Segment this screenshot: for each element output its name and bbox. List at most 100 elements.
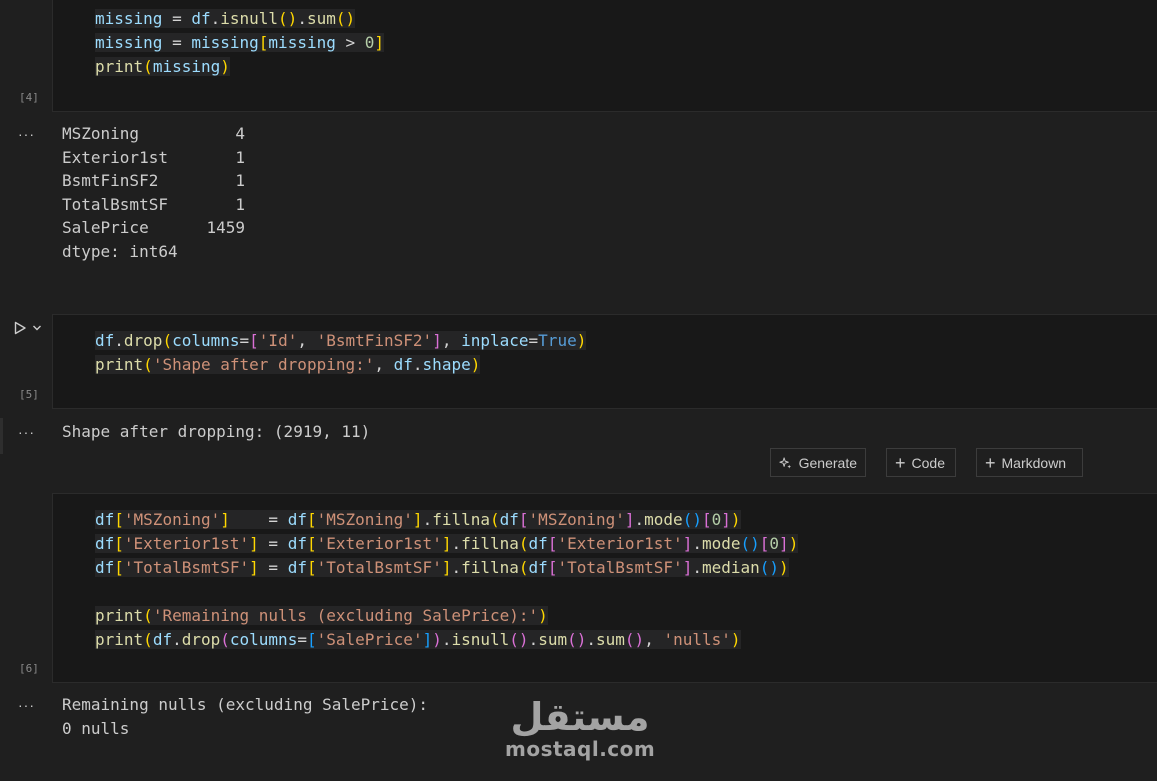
code-token: . [210, 9, 221, 28]
code-token: ] [682, 558, 693, 577]
cell-output: MSZoning 4 Exterior1st 1 BsmtFinSF2 1 Total… [62, 122, 245, 264]
output-line: MSZoning 4 [62, 124, 246, 143]
generate-label: Generate [798, 454, 857, 471]
code-editor[interactable]: df.drop(columns=['Id', 'BsmtFinSF2'], in… [95, 329, 587, 377]
code-token: ) [779, 558, 789, 577]
code-token: sum [596, 630, 625, 649]
play-icon [14, 321, 26, 335]
code-cell-4[interactable]: missing = df.isnull().sum() missing = mis… [52, 0, 1157, 112]
code-token: df [499, 510, 519, 529]
code-token: . [412, 355, 423, 374]
output-line: Exterior1st 1 [62, 147, 246, 167]
code-token: ( [518, 558, 529, 577]
code-line[interactable] [95, 580, 798, 604]
code-token: 'Remaining nulls (excluding SalePrice):' [152, 606, 539, 625]
code-token: . [692, 558, 702, 577]
code-line[interactable]: print('Remaining nulls (excluding SalePr… [95, 604, 798, 628]
code-token: . [422, 510, 433, 529]
code-token: fillna [461, 558, 519, 577]
code-editor[interactable]: missing = df.isnull().sum() missing = mis… [95, 7, 385, 79]
code-token: ] [721, 510, 731, 529]
code-token: = [239, 331, 250, 350]
code-line[interactable]: df['MSZoning'] = df['MSZoning'].fillna(d… [95, 508, 798, 532]
run-cell-button[interactable] [12, 318, 50, 338]
code-token: 'Shape after dropping:' [152, 355, 375, 374]
code-token: 'BsmtFinSF2' [316, 331, 433, 350]
cell-focus-indicator [0, 418, 3, 454]
code-token: ] [412, 510, 423, 529]
code-line[interactable]: df['Exterior1st'] = df['Exterior1st'].fi… [95, 532, 799, 556]
chevron-down-icon[interactable] [32, 323, 42, 333]
code-token: ) [730, 630, 741, 649]
code-token: [ [306, 558, 317, 577]
code-token: = [258, 558, 288, 577]
code-token: ( [143, 630, 153, 649]
code-token: [ [306, 510, 317, 529]
output-menu-icon[interactable]: ··· [18, 424, 35, 440]
code-token: [ [547, 534, 558, 553]
plus-icon: + [985, 452, 996, 473]
code-line[interactable]: df['TotalBsmtSF'] = df['TotalBsmtSF'].fi… [95, 556, 798, 580]
output-line: Shape after dropping: (2919, 11) [62, 422, 371, 441]
add-markdown-cell-button[interactable]: + Markdown [976, 448, 1083, 477]
code-token: ] [779, 534, 789, 553]
code-line[interactable]: print(missing) [95, 55, 384, 79]
code-token: df [191, 9, 211, 28]
execution-count: [5] [19, 388, 39, 401]
code-token: print [95, 355, 144, 374]
code-token: sum [538, 630, 568, 649]
code-line-text: df['Exterior1st'] = df['Exterior1st'].fi… [95, 534, 799, 553]
code-editor[interactable]: df['MSZoning'] = df['MSZoning'].fillna(d… [95, 508, 799, 652]
code-token: . [297, 9, 307, 28]
code-token: df [95, 534, 115, 553]
cell-output: Shape after dropping: (2919, 11) [62, 420, 370, 444]
code-token: ) [220, 57, 230, 76]
add-code-cell-button[interactable]: + Code [886, 448, 956, 477]
code-token: 'nulls' [663, 630, 731, 649]
code-token: fillna [432, 510, 490, 529]
code-token: df [287, 510, 307, 529]
code-token: [ [547, 558, 558, 577]
code-token: df [528, 558, 548, 577]
output-menu-icon[interactable]: ··· [18, 126, 35, 142]
code-token: ( [220, 630, 230, 649]
code-token: ] [249, 534, 259, 553]
code-token: drop [123, 331, 163, 350]
code-token: [ [114, 534, 124, 553]
output-line: SalePrice 1459 [62, 218, 246, 238]
code-token: median [701, 558, 760, 577]
code-token: shape [422, 355, 471, 374]
code-line[interactable]: missing = missing[missing > 0] [95, 31, 385, 55]
generate-button[interactable]: Generate [770, 448, 866, 477]
code-token: print [95, 630, 144, 649]
code-line[interactable]: print('Shape after dropping:', df.shape) [95, 353, 586, 377]
code-token: mode [644, 510, 683, 529]
code-token: ] [624, 510, 635, 529]
code-token: ) [470, 355, 481, 374]
code-token: df [152, 630, 173, 649]
code-token: = [297, 630, 307, 649]
code-line[interactable]: missing = df.isnull().sum() [95, 7, 384, 31]
code-token: () [567, 630, 587, 649]
code-cell-5[interactable]: df.drop(columns=['Id', 'BsmtFinSF2'], in… [52, 314, 1157, 409]
watermark-arabic-text: مستقل [510, 695, 650, 739]
code-token: missing [152, 57, 221, 76]
code-line[interactable]: print(df.drop(columns=['SalePrice']).isn… [95, 628, 798, 652]
code-token: ] [249, 558, 259, 577]
code-token: inplace [461, 331, 529, 350]
code-token: ( [518, 534, 529, 553]
code-label: Code [911, 454, 945, 471]
code-token: . [528, 630, 539, 649]
code-token: 'TotalBsmtSF' [316, 558, 442, 577]
code-token: () [759, 558, 780, 577]
code-token: . [441, 630, 452, 649]
code-line-text: print(missing) [95, 57, 230, 76]
code-line-text: df.drop(columns=['Id', 'BsmtFinSF2'], in… [95, 331, 587, 350]
output-menu-icon[interactable]: ··· [18, 697, 35, 713]
code-cell-6[interactable]: df['MSZoning'] = df['MSZoning'].fillna(d… [52, 493, 1157, 683]
output-line: TotalBsmtSF 1 [62, 194, 246, 214]
code-token: 'TotalBsmtSF' [557, 558, 683, 577]
code-token: [ [701, 510, 712, 529]
code-token: df [528, 534, 548, 553]
code-line[interactable]: df.drop(columns=['Id', 'BsmtFinSF2'], in… [95, 329, 587, 353]
